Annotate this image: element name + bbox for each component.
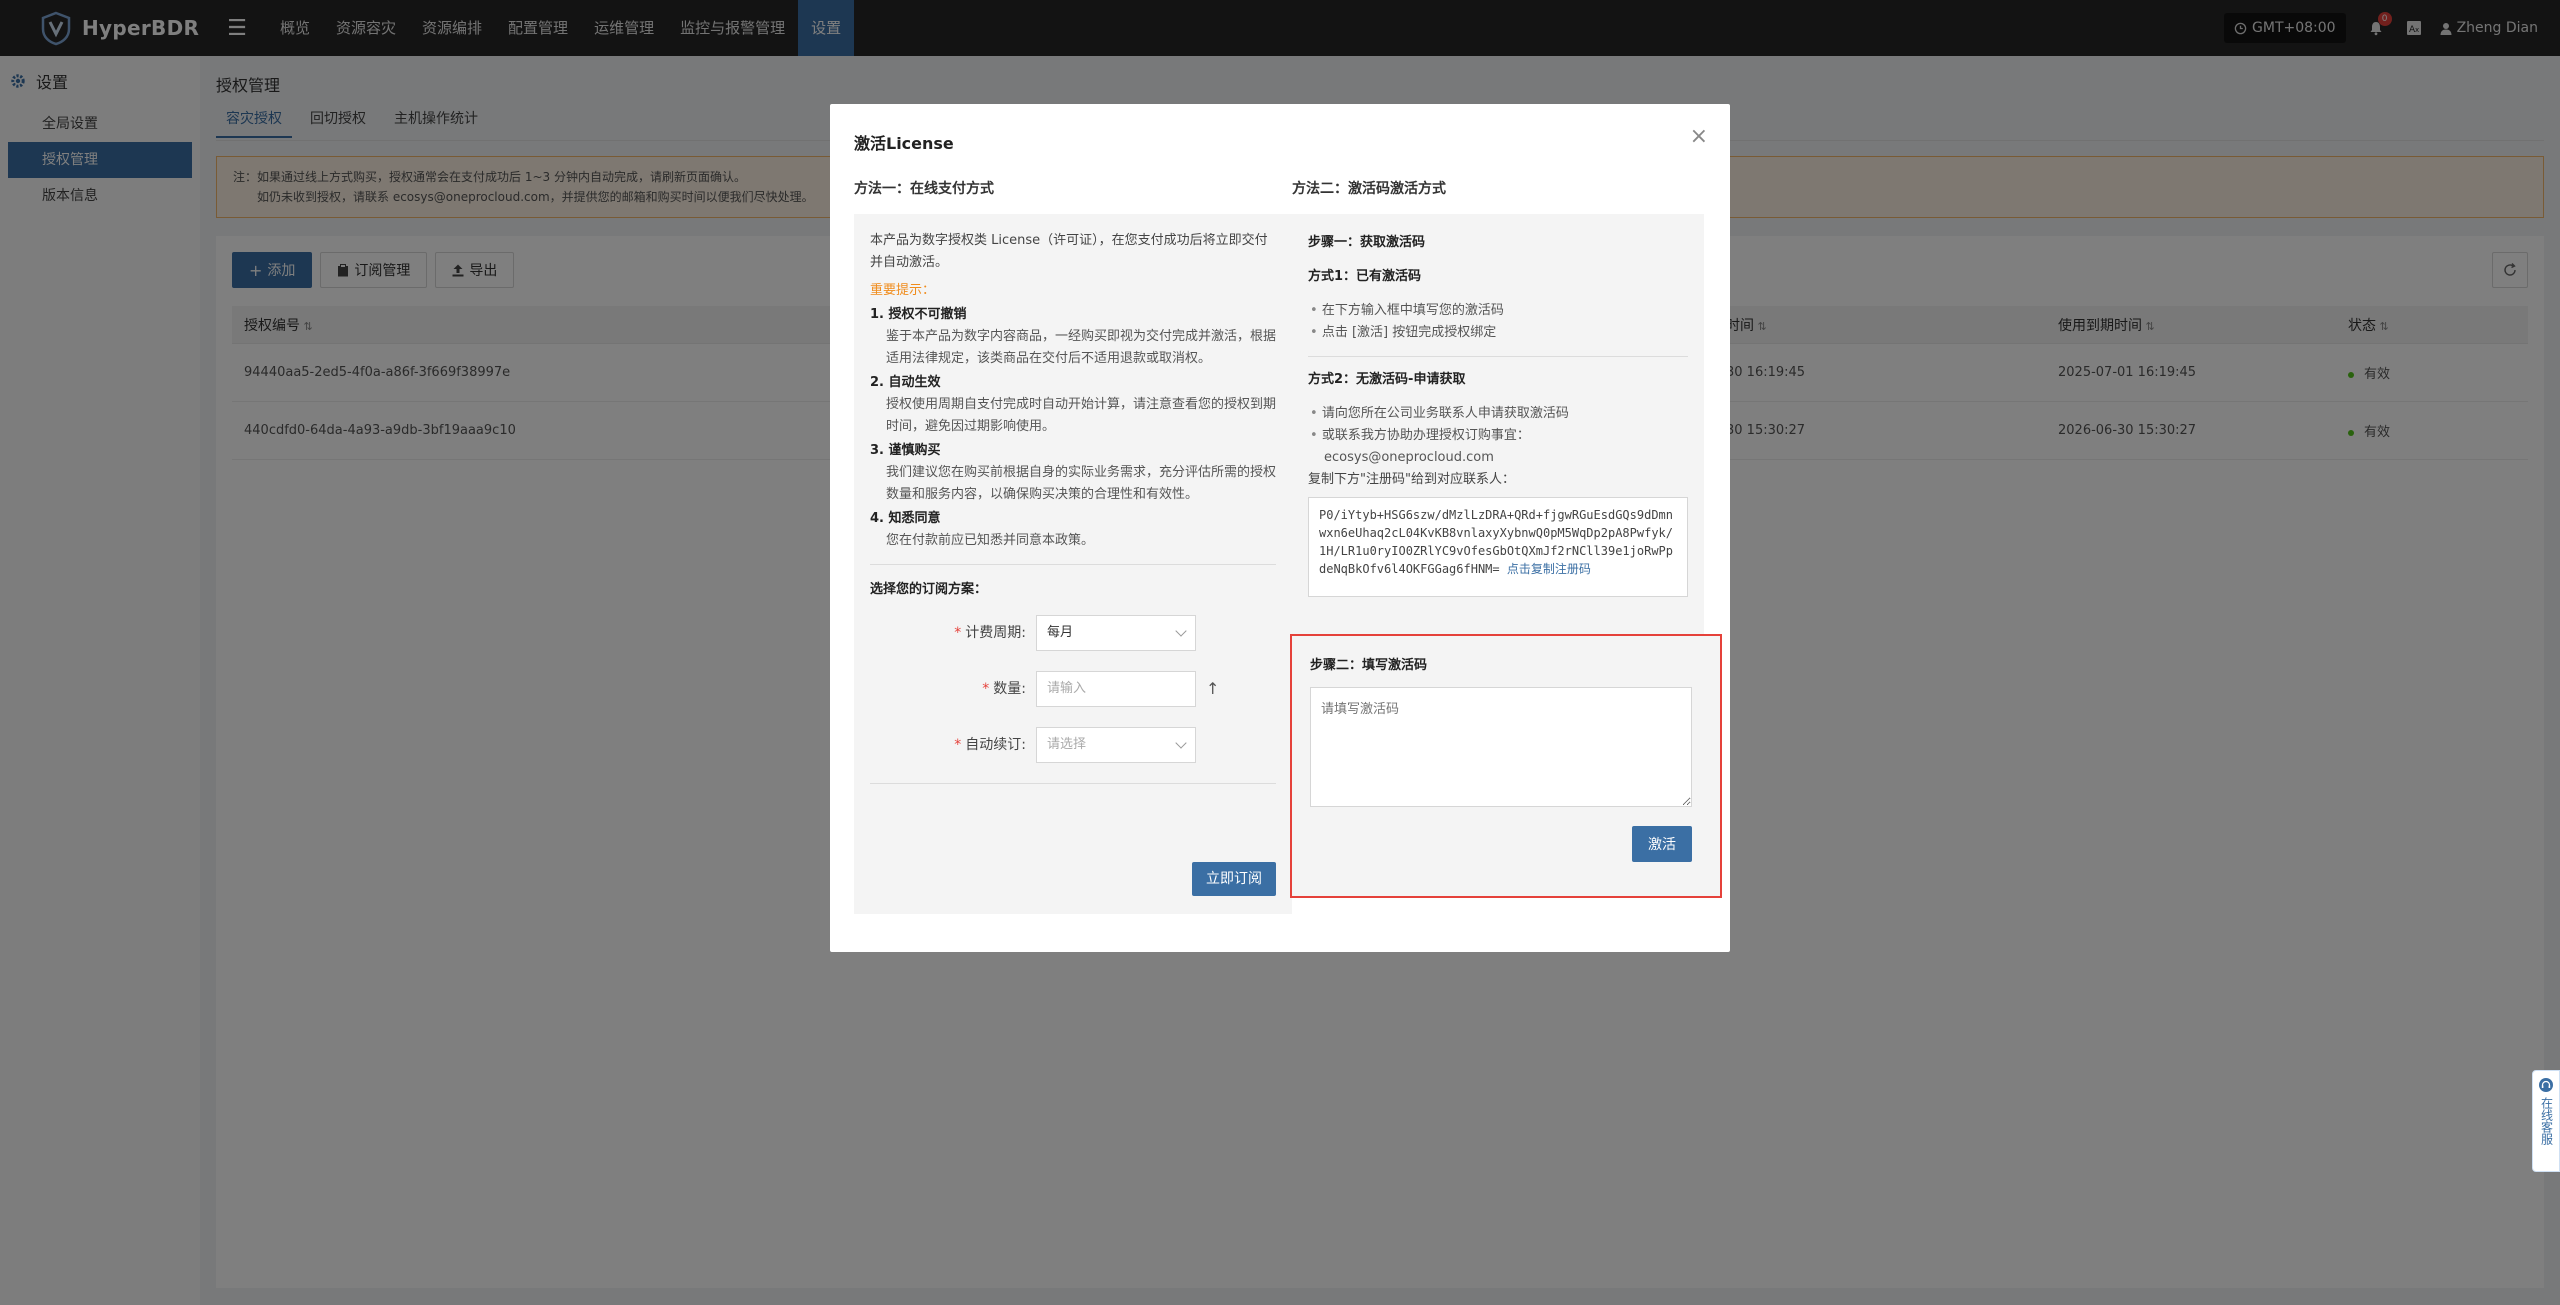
rule-title: 3. 谨慎购买 — [870, 443, 941, 458]
quantity-input[interactable]: 请输入 — [1036, 671, 1196, 707]
divider — [870, 783, 1276, 784]
rule-item: 3. 谨慎购买 我们建议您在购买前根据自身的实际业务需求，充分评估所需的授权数量… — [870, 440, 1276, 506]
way1-item: 在下方输入框中填写您的激活码 — [1308, 300, 1688, 322]
subscribe-button[interactable]: 立即订阅 — [1192, 862, 1276, 896]
close-icon[interactable]: × — [1690, 126, 1708, 148]
important-label: 重要提示： — [870, 283, 936, 298]
chevron-down-icon — [1175, 625, 1187, 637]
way1-item: 点击 [激活] 按钮完成授权绑定 — [1308, 322, 1688, 344]
online-payment-panel: 本产品为数字授权类 License（许可证），在您支付成功后将立即交付并自动激活… — [854, 214, 1292, 914]
step1-title: 步骤一：获取激活码 — [1308, 235, 1426, 250]
divider — [870, 564, 1276, 565]
rule-title: 2. 自动生效 — [870, 375, 941, 390]
billing-period-row: * 计费周期: 每月 — [870, 615, 1276, 651]
headset-icon — [2539, 1078, 2553, 1092]
activate-button[interactable]: 激活 — [1632, 826, 1692, 862]
rule-body: 您在付款前应已知悉并同意本政策。 — [886, 533, 1095, 548]
activation-code-textarea[interactable] — [1310, 687, 1692, 807]
billing-period-select[interactable]: 每月 — [1036, 615, 1196, 651]
quantity-row: * 数量: 请输入 ↑ — [870, 671, 1276, 707]
rule-body: 鉴于本产品为数字内容商品，一经购买即视为交付完成并激活，根据适用法律规定，该类商… — [886, 329, 1277, 366]
registration-code-box[interactable]: P0/iYtyb+HSG6szw/dMzlLzDRA+QRd+fjgwRGuEs… — [1308, 497, 1688, 597]
rule-title: 4. 知悉同意 — [870, 511, 941, 526]
get-activation-code-panel: 步骤一：获取激活码 方式1：已有激活码 在下方输入框中填写您的激活码 点击 [激… — [1292, 214, 1704, 634]
rule-item: 2. 自动生效 授权使用周期自支付完成时自动开始计算，请注意查看您的授权到期时间… — [870, 372, 1276, 438]
step2-title: 步骤二：填写激活码 — [1310, 658, 1428, 673]
copy-hint: 复制下方"注册码"给到对应联系人： — [1308, 472, 1515, 487]
rule-item: 1. 授权不可撤销 鉴于本产品为数字内容商品，一经购买即视为交付完成并激活，根据… — [870, 304, 1276, 370]
chevron-down-icon — [1175, 737, 1187, 749]
divider — [1308, 356, 1688, 357]
rule-body: 授权使用周期自支付完成时自动开始计算，请注意查看您的授权到期时间，避免因过期影响… — [886, 397, 1277, 434]
activate-license-dialog: 激活License × 方法一：在线支付方式 方法二：激活码激活方式 本产品为数… — [830, 104, 1730, 952]
online-service-label: 在线客服 — [2539, 1097, 2554, 1145]
way2-item: 或联系我方协助办理授权订购事宜： — [1308, 425, 1688, 447]
auto-renew-label: * 自动续订: — [954, 737, 1026, 753]
auto-renew-row: * 自动续订: 请选择 — [870, 727, 1276, 763]
way2-item: 请向您所在公司业务联系人申请获取激活码 — [1308, 403, 1688, 425]
auto-renew-placeholder: 请选择 — [1047, 737, 1087, 752]
rule-body: 我们建议您在购买前根据自身的实际业务需求，充分评估所需的授权数量和服务内容，以确… — [886, 465, 1277, 502]
dialog-title: 激活License — [854, 134, 954, 153]
copy-registration-code-link[interactable]: 点击复制注册码 — [1507, 562, 1591, 576]
billing-period-label: * 计费周期: — [954, 625, 1026, 641]
billing-period-value: 每月 — [1047, 625, 1074, 640]
plan-title: 选择您的订阅方案： — [870, 582, 988, 597]
method-online-heading: 方法一：在线支付方式 — [854, 181, 994, 197]
arrow-up-icon[interactable]: ↑ — [1206, 678, 1219, 700]
rule-title: 1. 授权不可撤销 — [870, 307, 967, 322]
online-service-widget[interactable]: 在线客服 — [2532, 1070, 2560, 1172]
quantity-label: * 数量: — [982, 681, 1026, 697]
way2-title: 方式2：无激活码-申请获取 — [1308, 372, 1466, 387]
way1-title: 方式1：已有激活码 — [1308, 269, 1422, 284]
enter-activation-code-panel: 步骤二：填写激活码 激活 — [1290, 634, 1722, 898]
contact-email: ecosys@oneprocloud.com — [1324, 450, 1494, 465]
method-code-heading: 方法二：激活码激活方式 — [1292, 181, 1446, 197]
intro-text: 本产品为数字授权类 License（许可证），在您支付成功后将立即交付并自动激活… — [870, 233, 1268, 270]
auto-renew-select[interactable]: 请选择 — [1036, 727, 1196, 763]
registration-code: P0/iYtyb+HSG6szw/dMzlLzDRA+QRd+fjgwRGuEs… — [1319, 508, 1674, 576]
rule-item: 4. 知悉同意 您在付款前应已知悉并同意本政策。 — [870, 508, 1276, 552]
